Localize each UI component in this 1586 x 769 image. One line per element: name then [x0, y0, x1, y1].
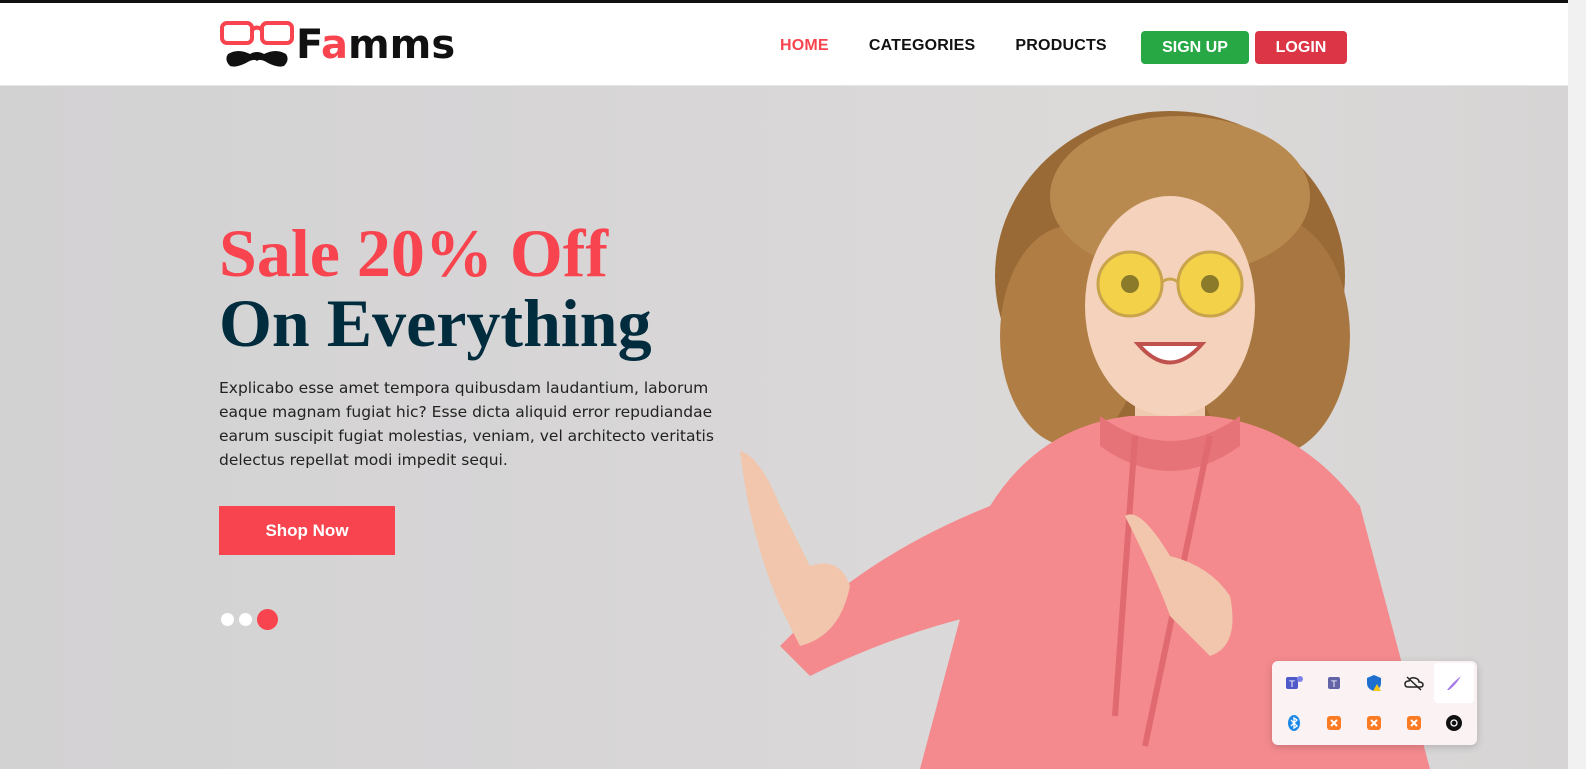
svg-text:T: T [1330, 680, 1337, 690]
pen-icon[interactable] [1434, 663, 1474, 703]
teams-classic-icon[interactable]: T [1314, 663, 1354, 703]
login-button[interactable]: LOGIN [1255, 31, 1347, 64]
app-icon[interactable] [1434, 703, 1474, 743]
page-scrollbar[interactable] [1568, 0, 1586, 769]
nav-home[interactable]: HOME [780, 37, 829, 55]
nav-products[interactable]: PRODUCTS [1015, 37, 1106, 55]
glasses-mustache-icon [220, 21, 294, 67]
system-tray-overflow: T T [1272, 661, 1477, 745]
main-nav: HOME CATEGORIES PRODUCTS [780, 28, 1147, 64]
carousel-dot-3-active[interactable] [257, 609, 278, 630]
navbar: Famms HOME CATEGORIES PRODUCTS SIGN UP L… [0, 3, 1586, 86]
hero-title-sale: Sale 20% Off [219, 215, 609, 291]
shop-now-button[interactable]: Shop Now [219, 506, 395, 555]
xampp-icon[interactable] [1314, 703, 1354, 743]
signup-button[interactable]: SIGN UP [1141, 31, 1249, 64]
bluetooth-icon[interactable] [1274, 703, 1314, 743]
brand-name: Famms [296, 22, 456, 68]
carousel-indicators [221, 609, 283, 630]
hero-description: Explicabo esse amet tempora quibusdam la… [219, 379, 714, 469]
teams-icon[interactable]: T [1274, 663, 1314, 703]
carousel-dot-1[interactable] [221, 613, 234, 626]
xampp-icon[interactable] [1394, 703, 1434, 743]
onedrive-offline-icon[interactable] [1394, 663, 1434, 703]
carousel-dot-2[interactable] [239, 613, 252, 626]
nav-categories[interactable]: CATEGORIES [869, 37, 976, 55]
xampp-icon[interactable] [1354, 703, 1394, 743]
hero-title-everything: On Everything [219, 285, 652, 361]
windows-security-icon[interactable] [1354, 663, 1394, 703]
brand-logo[interactable]: Famms [220, 19, 455, 71]
svg-text:T: T [1288, 680, 1295, 690]
